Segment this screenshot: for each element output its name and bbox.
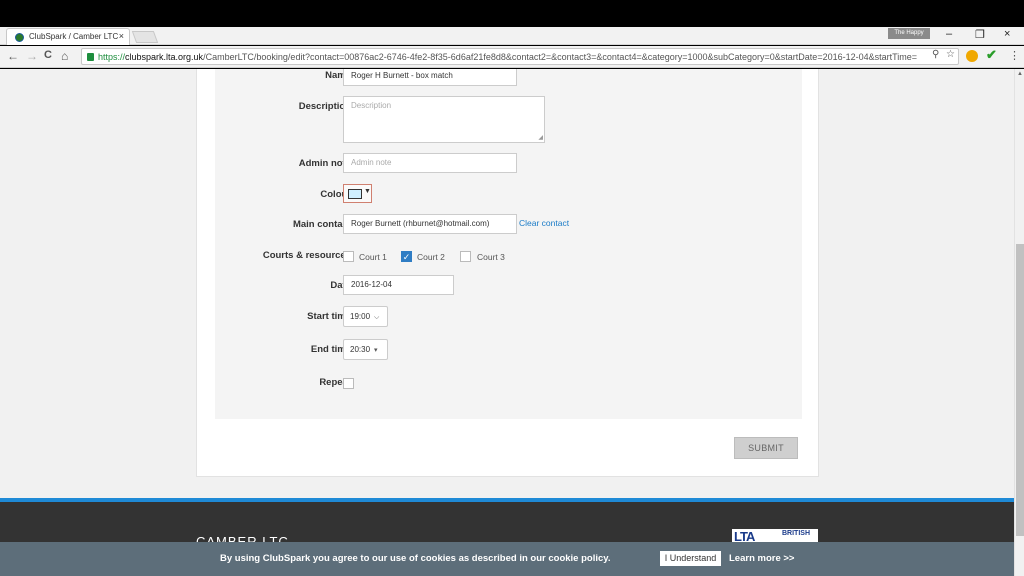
courts-label: Courts & resources: [262, 250, 351, 261]
cookie-banner: By using ClubSpark you agree to our use …: [0, 542, 1014, 576]
admin-note-input[interactable]: Admin note: [343, 153, 517, 173]
booking-form: Name Roger H Burnett - box match Descrip…: [215, 69, 802, 419]
name-input[interactable]: Roger H Burnett - box match: [343, 69, 517, 86]
lta-logo-subtext: BRITISH: [782, 530, 810, 537]
home-icon[interactable]: ⌂: [61, 49, 68, 63]
page-viewport: Name Roger H Burnett - box match Descrip…: [0, 69, 1014, 576]
chevron-down-icon: ⌵: [374, 314, 380, 321]
start-time-select[interactable]: 19:00 ⌵: [343, 306, 388, 327]
url-domain: clubspark.lta.org.uk: [125, 52, 204, 62]
scrollbar-thumb[interactable]: [1016, 244, 1024, 536]
clubspark-favicon-icon: [15, 33, 24, 42]
date-label: Date: [330, 280, 351, 291]
page-scrollbar[interactable]: ▲: [1014, 69, 1024, 576]
end-time-value: 20:30: [350, 345, 371, 354]
address-toolbar: ← → C ⌂ https://clubspark.lta.org.uk/Cam…: [0, 46, 1024, 68]
check-extension-icon[interactable]: ✔: [986, 47, 997, 63]
description-label: Description: [298, 101, 351, 112]
browser-tab-strip: ClubSpark / Camber LTC × The Happy – ❐ ×: [0, 27, 1024, 45]
end-time-label: End time: [310, 344, 351, 355]
colour-picker[interactable]: ▼: [343, 184, 372, 203]
browser-menu-icon[interactable]: ⋮: [1009, 49, 1020, 62]
zoom-icon[interactable]: ⚲: [932, 49, 939, 60]
back-icon[interactable]: ←: [7, 49, 19, 63]
new-tab-button[interactable]: [131, 31, 159, 43]
repeat-label: Repeat: [319, 377, 351, 388]
repeat-checkbox[interactable]: [343, 378, 354, 389]
description-placeholder: Description: [351, 101, 392, 110]
colour-label: Colour: [320, 189, 351, 200]
name-label: Name: [325, 70, 351, 81]
caret-down-icon: ▾: [374, 347, 378, 354]
screen-top-bar: [0, 0, 1024, 27]
court-1-checkbox[interactable]: [343, 251, 354, 262]
court-3-checkbox[interactable]: [460, 251, 471, 262]
minimize-icon[interactable]: –: [946, 28, 952, 40]
main-contact-label: Main contact: [292, 219, 351, 230]
url-path: /CamberLTC/booking/edit?contact=00876ac2…: [203, 52, 918, 62]
dropdown-arrow-icon: ▼: [364, 188, 371, 195]
bookmark-star-icon[interactable]: ☆: [946, 49, 955, 60]
extension-icon[interactable]: [966, 50, 978, 62]
browser-tab[interactable]: ClubSpark / Camber LTC ×: [6, 28, 130, 45]
court-2-checkbox[interactable]: ✓: [401, 251, 412, 262]
reload-icon[interactable]: C: [44, 49, 52, 61]
resize-grip-icon[interactable]: ◢: [538, 134, 543, 141]
tab-title: ClubSpark / Camber LTC: [29, 32, 119, 41]
description-textarea[interactable]: Description ◢: [343, 96, 545, 143]
admin-note-label: Admin note: [298, 158, 351, 169]
url-scheme: https://: [98, 52, 126, 62]
court-2-label: Court 2: [417, 252, 445, 262]
learn-more-link[interactable]: Learn more >>: [729, 553, 794, 564]
start-time-value: 19:00: [350, 312, 371, 321]
start-time-label: Start time: [307, 311, 351, 322]
date-input[interactable]: 2016-12-04: [343, 275, 454, 295]
scroll-up-icon[interactable]: ▲: [1017, 71, 1023, 77]
lock-icon: [87, 53, 94, 61]
profile-badge[interactable]: The Happy: [888, 28, 930, 39]
colour-swatch: [348, 189, 362, 199]
restore-icon[interactable]: ❐: [975, 28, 985, 41]
cookie-message: By using ClubSpark you agree to our use …: [220, 553, 611, 564]
end-time-select[interactable]: 20:30 ▾: [343, 339, 388, 360]
tab-close-icon[interactable]: ×: [119, 31, 124, 41]
window-close-icon[interactable]: ×: [1004, 28, 1010, 40]
url-input[interactable]: https://clubspark.lta.org.uk/CamberLTC/b…: [81, 48, 959, 65]
submit-button[interactable]: SUBMIT: [734, 437, 798, 459]
forward-icon[interactable]: →: [26, 49, 38, 63]
clear-contact-link[interactable]: Clear contact: [519, 218, 569, 228]
booking-card: Name Roger H Burnett - box match Descrip…: [196, 69, 819, 477]
main-contact-input[interactable]: Roger Burnett (rhburnet@hotmail.com): [343, 214, 517, 234]
i-understand-button[interactable]: I Understand: [660, 551, 721, 566]
court-1-label: Court 1: [359, 252, 387, 262]
court-3-label: Court 3: [477, 252, 505, 262]
